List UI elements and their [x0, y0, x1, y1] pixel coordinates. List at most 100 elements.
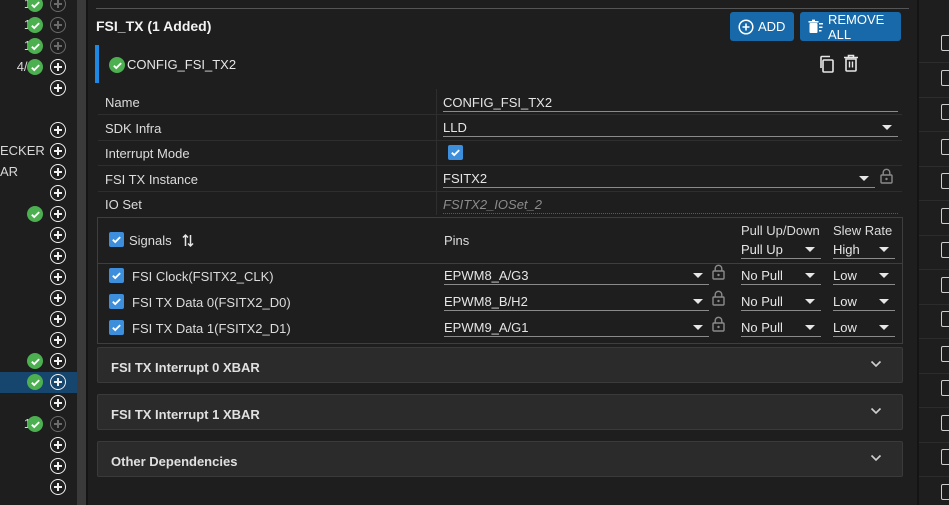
right-panel-item-icon[interactable]	[941, 484, 949, 500]
signal-pin-select[interactable]: EPWM8_A/G3	[444, 265, 709, 285]
add-instance-icon[interactable]	[50, 17, 66, 33]
accordion-section[interactable]: FSI TX Interrupt 1 XBAR	[97, 394, 903, 430]
tree-item[interactable]	[0, 309, 77, 330]
right-panel-item-icon[interactable]	[941, 35, 949, 51]
status-check-icon	[27, 38, 43, 54]
tree-item[interactable]: 4/16	[0, 57, 77, 78]
right-panel-item-icon[interactable]	[941, 242, 949, 258]
tree-item[interactable]	[0, 288, 77, 309]
tree-item[interactable]	[0, 477, 77, 498]
add-instance-icon[interactable]	[50, 80, 66, 96]
tree-item[interactable]	[0, 246, 77, 267]
add-instance-icon[interactable]	[50, 248, 66, 264]
add-instance-icon[interactable]	[50, 437, 66, 453]
signals-select-all-checkbox[interactable]	[109, 232, 124, 247]
add-instance-icon[interactable]	[50, 227, 66, 243]
delete-icon[interactable]	[843, 54, 859, 72]
tree-item[interactable]	[0, 120, 77, 141]
tree-item[interactable]: 1	[0, 351, 77, 372]
right-panel-item-icon[interactable]	[941, 277, 949, 293]
tree-item[interactable]: ECKER	[0, 141, 77, 162]
sort-icon[interactable]	[182, 233, 194, 248]
pull-up-down-all-select[interactable]: Pull Up	[741, 239, 821, 259]
tree-item[interactable]: 1/1	[0, 414, 77, 435]
signal-checkbox[interactable]	[109, 320, 124, 335]
right-panel-item-icon[interactable]	[941, 311, 949, 327]
tree-item[interactable]: AR	[0, 162, 77, 183]
signal-pull-select[interactable]: No Pull	[741, 291, 821, 311]
add-instance-icon[interactable]	[50, 185, 66, 201]
signal-pin-select[interactable]: EPWM8_B/H2	[444, 291, 709, 311]
add-instance-icon[interactable]	[50, 206, 66, 222]
add-instance-icon[interactable]	[50, 395, 66, 411]
lock-icon[interactable]	[712, 316, 725, 332]
tree-item[interactable]	[0, 393, 77, 414]
tree-item[interactable]	[0, 183, 77, 204]
add-instance-icon[interactable]	[50, 164, 66, 180]
tree-item[interactable]	[0, 78, 77, 99]
signal-pull-value: No Pull	[741, 320, 783, 335]
signal-pin-select[interactable]: EPWM9_A/G1	[444, 317, 709, 337]
tree-item[interactable]	[0, 330, 77, 351]
tree-item[interactable]: 1	[0, 372, 77, 393]
signal-slew-select[interactable]: Low	[833, 265, 895, 285]
signal-pull-select[interactable]: No Pull	[741, 317, 821, 337]
lock-icon[interactable]	[880, 168, 893, 184]
right-panel-item-icon[interactable]	[941, 70, 949, 86]
tree-scrollbar[interactable]	[77, 0, 86, 505]
copy-icon[interactable]	[818, 55, 836, 73]
add-button[interactable]: ADD	[730, 12, 794, 41]
slew-rate-all-select[interactable]: High	[833, 239, 895, 259]
config-instance-header[interactable]: CONFIG_FSI_TX2	[95, 45, 905, 83]
right-panel-item-icon[interactable]	[941, 104, 949, 120]
add-instance-icon[interactable]	[50, 290, 66, 306]
add-instance-icon[interactable]	[50, 479, 66, 495]
add-instance-icon[interactable]	[50, 332, 66, 348]
tree-item[interactable]	[0, 456, 77, 477]
row-divider	[919, 166, 949, 167]
lock-icon[interactable]	[712, 290, 725, 306]
right-panel-item-icon[interactable]	[941, 346, 949, 362]
add-instance-icon[interactable]	[50, 311, 66, 327]
add-instance-icon[interactable]	[50, 458, 66, 474]
right-panel-item-icon[interactable]	[941, 173, 949, 189]
signal-slew-select[interactable]: Low	[833, 317, 895, 337]
tree-item[interactable]	[0, 225, 77, 246]
accordion-section[interactable]: FSI TX Interrupt 0 XBAR	[97, 347, 903, 383]
signal-checkbox[interactable]	[109, 294, 124, 309]
tree-item[interactable]	[0, 435, 77, 456]
add-instance-icon[interactable]	[50, 374, 66, 390]
accordion-section[interactable]: Other Dependencies	[97, 441, 903, 477]
add-instance-icon[interactable]	[50, 269, 66, 285]
add-instance-icon[interactable]	[50, 0, 66, 12]
signal-pull-value: No Pull	[741, 268, 783, 283]
add-instance-icon[interactable]	[50, 122, 66, 138]
fsi-tx-instance-select[interactable]: FSITX2	[443, 168, 875, 188]
add-instance-icon[interactable]	[50, 353, 66, 369]
right-panel-item-icon[interactable]	[941, 139, 949, 155]
add-instance-icon[interactable]	[50, 143, 66, 159]
tree-item[interactable]: 1/1	[0, 15, 77, 36]
right-panel-item-icon[interactable]	[941, 415, 949, 431]
right-panel-item-icon[interactable]	[941, 380, 949, 396]
tree-item[interactable]: 1/1	[0, 0, 77, 15]
lock-icon[interactable]	[712, 264, 725, 280]
tree-item[interactable]: 1/1	[0, 36, 77, 57]
status-check-icon	[109, 57, 125, 73]
interrupt-mode-checkbox[interactable]	[448, 145, 463, 160]
add-instance-icon[interactable]	[50, 416, 66, 432]
sdk-infra-select[interactable]: LLD	[443, 117, 898, 137]
name-field[interactable]: CONFIG_FSI_TX2	[443, 92, 898, 112]
signal-slew-select[interactable]: Low	[833, 291, 895, 311]
signal-pull-select[interactable]: No Pull	[741, 265, 821, 285]
signal-checkbox[interactable]	[109, 268, 124, 283]
remove-all-button[interactable]: REMOVE ALL	[800, 12, 901, 42]
add-instance-icon[interactable]	[50, 38, 66, 54]
tree-item[interactable]: 1	[0, 204, 77, 225]
add-instance-icon[interactable]	[50, 59, 66, 75]
right-panel-item-icon[interactable]	[941, 208, 949, 224]
tree-item[interactable]	[0, 267, 77, 288]
tree-item[interactable]	[0, 99, 77, 120]
right-panel-item-icon[interactable]	[941, 449, 949, 465]
io-set-field: FSITX2_IOSet_2	[443, 194, 898, 214]
